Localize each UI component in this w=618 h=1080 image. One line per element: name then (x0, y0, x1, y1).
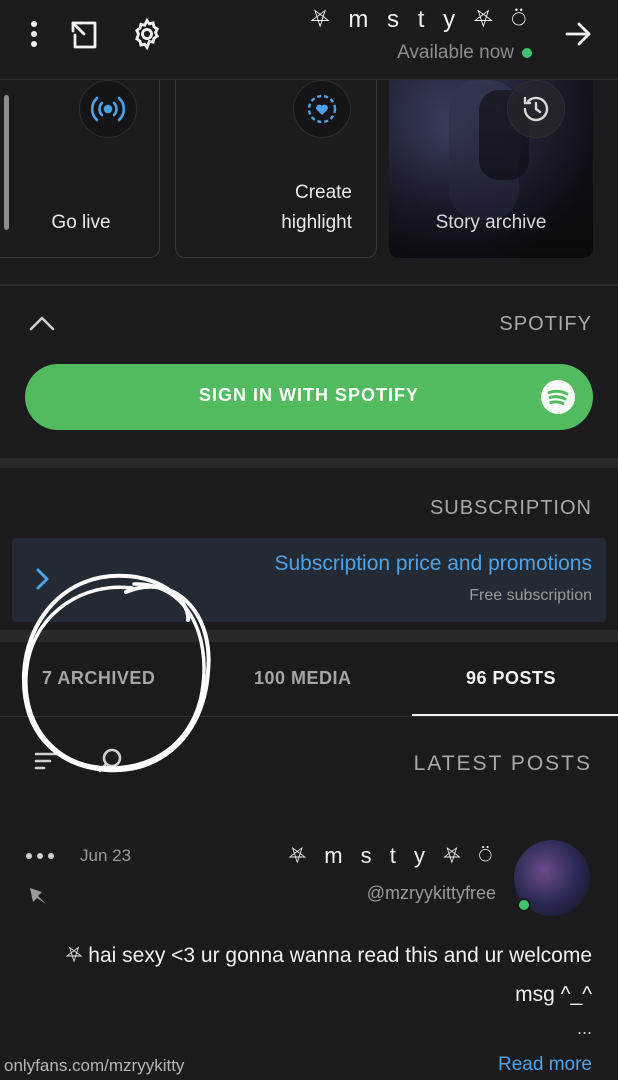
heart-highlight-icon (293, 80, 351, 138)
spotify-section-title: SPOTIFY (499, 313, 592, 335)
subscription-promotions-card[interactable]: Subscription price and promotions Free s… (12, 538, 606, 622)
subscription-section-title: SUBSCRIPTION (429, 497, 592, 519)
highlight-label: Go live (51, 212, 111, 233)
tab-media[interactable]: 100 MEDIA (254, 668, 352, 689)
filter-icon[interactable] (32, 748, 60, 779)
spotify-button-label: SIGN IN WITH SPOTIFY (198, 385, 419, 405)
spotify-icon (541, 380, 575, 414)
gear-icon[interactable] (127, 14, 167, 54)
chevron-left-icon (32, 564, 52, 599)
highlight-label: Story archive (435, 212, 547, 233)
sign-in-spotify-button[interactable]: SIGN IN WITH SPOTIFY (25, 364, 593, 430)
profile-title: ⛧ m s t y ⛧ ⍥ (310, 6, 532, 33)
more-vert-icon[interactable] (14, 14, 54, 54)
arrow-right-icon[interactable] (558, 14, 598, 54)
post-author-handle[interactable]: @mzryykittyfree (367, 883, 496, 904)
profile-header: ⛧ m s t y ⛧ ⍥ Available now (0, 0, 618, 80)
clock-history-icon (507, 80, 565, 138)
url-watermark: onlyfans.com/mzryykitty (4, 1056, 185, 1075)
post-date: Jun 23 (80, 846, 132, 865)
divider (0, 284, 618, 286)
highlight-story-archive[interactable]: Story archive (389, 80, 593, 258)
read-more-link[interactable]: Read more (498, 1054, 592, 1076)
share-icon[interactable] (64, 14, 104, 54)
highlight-label-line1: Create (294, 182, 352, 203)
latest-posts-title: LATEST POSTS (413, 752, 592, 775)
post-text: ⛧ hai sexy <3 ur gonna wanna read this a… (65, 944, 592, 1006)
subscription-promotions-title: Subscription price and promotions (274, 552, 592, 575)
subscription-subtitle: Free subscription (469, 587, 592, 604)
more-horiz-icon[interactable] (24, 846, 56, 871)
tab-archived[interactable]: 7 ARCHIVED (42, 668, 155, 689)
highlight-create[interactable]: Create highlight (175, 80, 377, 258)
online-dot-icon (522, 48, 532, 58)
chevron-up-icon[interactable] (28, 312, 56, 341)
post-author-name[interactable]: ⛧ m s t y ⛧ ⍥ (288, 843, 498, 869)
status-text: Available now (397, 42, 514, 63)
highlight-label-line2: highlight (281, 212, 352, 233)
search-icon[interactable] (96, 746, 126, 781)
post-truncation: ... (576, 1018, 592, 1038)
divider (0, 458, 618, 468)
highlight-go-live[interactable]: Go live (0, 80, 160, 258)
broadcast-icon (79, 80, 137, 138)
pin-icon (26, 884, 50, 913)
tab-posts[interactable]: 96 POSTS (466, 668, 556, 689)
divider (0, 630, 618, 642)
online-dot-icon (517, 898, 531, 912)
availability-status: Available now (397, 42, 532, 64)
divider (0, 716, 618, 717)
